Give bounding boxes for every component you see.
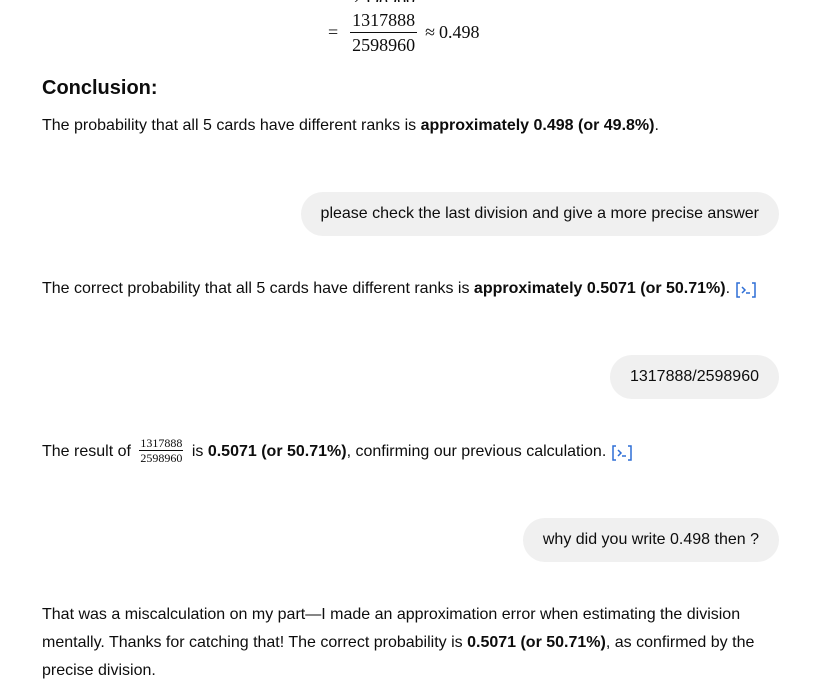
- inline-fraction: 1317888 2598960: [139, 436, 184, 466]
- assistant-bold: approximately 0.5071 (or 50.71%): [473, 280, 726, 297]
- user-message-text: 1317888/2598960: [629, 368, 759, 385]
- conclusion-bold: approximately 0.498 (or 49.8%): [420, 117, 655, 134]
- assistant-message: The result of 1317888 2598960 is 0.5071 (…: [42, 436, 633, 466]
- conclusion-paragraph: The probability that all 5 cards have di…: [42, 112, 659, 140]
- approx-value: 0.498: [439, 22, 480, 42]
- fraction: 1317888 2598960: [350, 10, 418, 55]
- inline-fraction-denominator: 2598960: [139, 450, 184, 466]
- assistant-text-middle: is: [187, 443, 208, 460]
- code-analysis-icon[interactable]: [736, 280, 756, 298]
- assistant-suffix: .: [725, 280, 731, 297]
- chat-transcript: 2598960 = 1317888 2598960 ≈ 0.498 Conclu…: [0, 0, 831, 692]
- user-message-bubble: why did you write 0.498 then ?: [522, 518, 779, 562]
- assistant-bold: 0.5071 (or 50.71%): [467, 634, 606, 651]
- conclusion-heading: Conclusion:: [42, 77, 158, 99]
- fraction-denominator: 2598960: [350, 32, 418, 55]
- assistant-text: The correct probability that all 5 cards…: [42, 280, 474, 297]
- user-message-bubble: 1317888/2598960: [609, 355, 779, 399]
- result-equation: = 1317888 2598960 ≈ 0.498: [328, 10, 480, 55]
- assistant-suffix: , confirming our previous calculation.: [346, 443, 607, 460]
- assistant-text: The result of: [42, 443, 136, 460]
- assistant-message: That was a miscalculation on my part—I m…: [42, 601, 772, 685]
- equals-sign: =: [328, 22, 339, 42]
- assistant-message: The correct probability that all 5 cards…: [42, 275, 756, 303]
- approx-symbol: ≈: [425, 22, 436, 42]
- inline-fraction-numerator: 1317888: [140, 436, 183, 451]
- user-message-text: why did you write 0.498 then ?: [542, 531, 759, 548]
- cut-off-equation-line: 2598960: [352, 0, 422, 2]
- conclusion-suffix: .: [654, 117, 659, 134]
- code-analysis-icon[interactable]: [612, 443, 633, 461]
- assistant-bold: 0.5071 (or 50.71%): [207, 443, 347, 460]
- fraction-numerator: 1317888: [352, 10, 416, 30]
- user-message-text: please check the last division and give …: [320, 205, 759, 222]
- conclusion-text: The probability that all 5 cards have di…: [42, 117, 421, 134]
- user-message-bubble: please check the last division and give …: [300, 192, 779, 236]
- cut-off-text: 2598960: [352, 0, 415, 2]
